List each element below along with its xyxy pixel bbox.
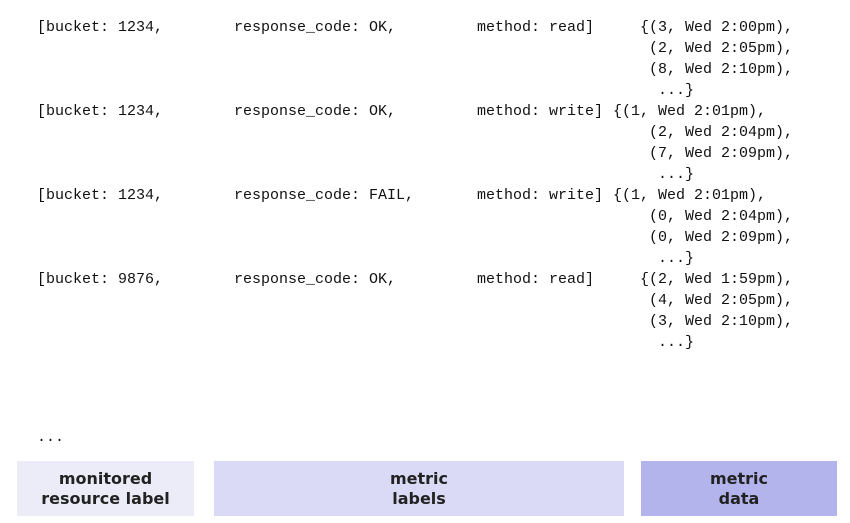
data-ellipsis: ...}: [658, 82, 695, 99]
legend-monitored-resource-label: monitored resource label: [17, 461, 194, 516]
legend-metric-data: metric data: [641, 461, 837, 516]
data-point: {(2, Wed 1:59pm),: [640, 271, 794, 288]
bucket-label: [bucket: 1234,: [37, 103, 164, 120]
response-code-label: response_code: OK,: [234, 19, 397, 36]
response-code-label: response_code: OK,: [234, 271, 397, 288]
data-point: (4, Wed 2:05pm),: [649, 292, 794, 309]
response-code-label: response_code: OK,: [234, 103, 397, 120]
data-ellipsis: ...}: [658, 166, 695, 183]
more-series-ellipsis: ...: [37, 429, 65, 446]
data-point: {(1, Wed 2:01pm),: [613, 187, 767, 204]
legend-text-line: resource label: [41, 488, 170, 508]
legend-text-line: labels: [392, 488, 446, 508]
method-label: method: write]: [477, 187, 604, 204]
data-ellipsis: ...}: [658, 250, 695, 267]
method-label: method: write]: [477, 103, 604, 120]
legend-text-line: monitored: [58, 468, 153, 488]
data-point: (3, Wed 2:10pm),: [649, 313, 794, 330]
data-ellipsis: ...}: [658, 334, 695, 351]
method-label: method: read]: [477, 19, 595, 36]
data-point: (8, Wed 2:10pm),: [649, 61, 794, 78]
data-point: (2, Wed 2:05pm),: [649, 40, 794, 57]
legend-text-line: data: [718, 488, 760, 508]
bucket-label: [bucket: 1234,: [37, 19, 164, 36]
bucket-label: [bucket: 9876,: [37, 271, 164, 288]
data-point: {(1, Wed 2:01pm),: [613, 103, 767, 120]
data-point: (0, Wed 2:09pm),: [649, 229, 794, 246]
bucket-label: [bucket: 1234,: [37, 187, 164, 204]
data-point: (2, Wed 2:04pm),: [649, 124, 794, 141]
method-label: method: read]: [477, 271, 595, 288]
response-code-label: response_code: FAIL,: [234, 187, 415, 204]
data-point: {(3, Wed 2:00pm),: [640, 19, 794, 36]
legend-metric-labels: metric labels: [214, 461, 624, 516]
legend-text-line: metric: [709, 468, 769, 488]
legend-text-line: metric: [389, 468, 449, 488]
data-point: (0, Wed 2:04pm),: [649, 208, 794, 225]
data-point: (7, Wed 2:09pm),: [649, 145, 794, 162]
